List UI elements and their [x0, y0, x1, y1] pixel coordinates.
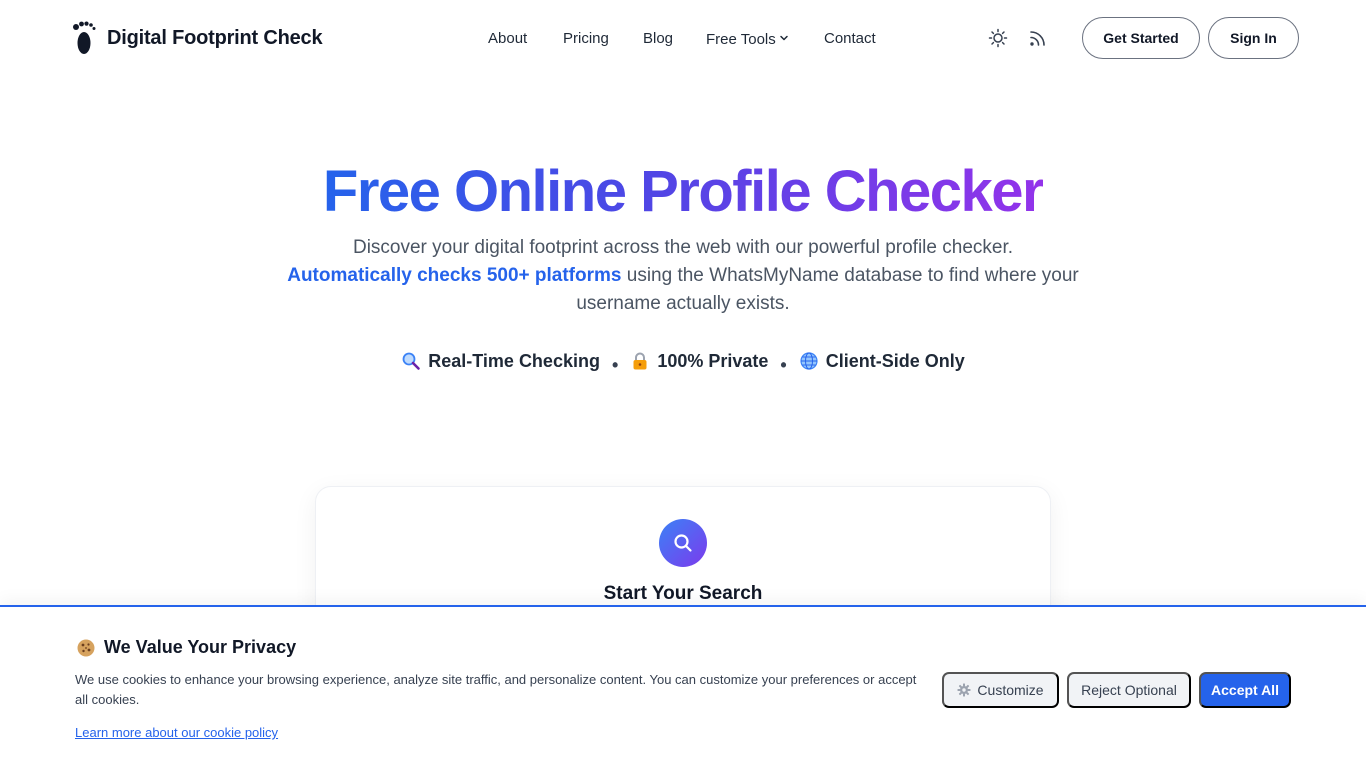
- customize-label: Customize: [977, 682, 1044, 698]
- customize-button[interactable]: Customize: [942, 672, 1059, 708]
- reject-optional-button[interactable]: Reject Optional: [1067, 672, 1191, 708]
- feature-private: 100% Private: [630, 348, 768, 374]
- site-header: Digital Footprint Check About Pricing Bl…: [0, 0, 1366, 78]
- sun-icon[interactable]: [987, 27, 1009, 49]
- lock-icon: [630, 351, 650, 371]
- accept-all-button[interactable]: Accept All: [1199, 672, 1291, 708]
- magnifier-icon: [401, 351, 421, 371]
- feature-private-label: 100% Private: [657, 351, 769, 371]
- hero-subtitle-rest: using the WhatsMyName database to find w…: [576, 265, 1079, 314]
- nav-blog[interactable]: Blog: [643, 28, 673, 50]
- nav-free-tools-label: Free Tools: [706, 31, 776, 48]
- cookie-banner-text: We use cookies to enhance your browsing …: [75, 672, 917, 707]
- hero-title: Free Online Profile Checker: [0, 156, 1366, 228]
- feature-separator: •: [780, 355, 787, 375]
- gear-icon: [957, 683, 971, 697]
- hero-subtitle: Discover your digital footprint across t…: [283, 234, 1083, 318]
- feature-real-time: Real-Time Checking: [401, 348, 600, 374]
- feature-client-side: Client-Side Only: [799, 348, 965, 374]
- search-card-title: Start Your Search: [603, 583, 763, 604]
- search-icon: [659, 519, 707, 567]
- nav-about[interactable]: About: [488, 28, 527, 50]
- nav-free-tools[interactable]: Free Tools: [706, 28, 789, 51]
- feature-real-time-label: Real-Time Checking: [428, 351, 600, 371]
- cookie-banner: We Value Your Privacy We use cookies to …: [0, 605, 1366, 768]
- nav-pricing[interactable]: Pricing: [563, 28, 609, 50]
- globe-icon: [799, 351, 819, 371]
- nav-contact[interactable]: Contact: [824, 28, 876, 50]
- cookie-banner-title: We Value Your Privacy: [76, 637, 296, 658]
- feature-list: Real-Time Checking • 100% Private • Clie…: [0, 348, 1366, 378]
- hero-title-text: Free Online Profile Checker: [322, 159, 1045, 224]
- cookie-icon: [76, 638, 96, 658]
- feature-client-side-label: Client-Side Only: [825, 351, 965, 371]
- cookie-banner-heading: We Value Your Privacy: [104, 637, 297, 657]
- hero-subtitle-highlight: Automatically checks 500+ platforms: [287, 265, 622, 286]
- cookie-policy-link[interactable]: Learn more about our cookie policy: [75, 725, 278, 740]
- get-started-button[interactable]: Get Started: [1082, 17, 1200, 59]
- chevron-down-icon: [779, 28, 789, 41]
- sign-in-button[interactable]: Sign In: [1208, 17, 1299, 59]
- hero-subtitle-line1: Discover your digital footprint across t…: [352, 237, 1014, 258]
- feature-separator: •: [611, 355, 619, 375]
- rss-icon[interactable]: [1027, 27, 1049, 49]
